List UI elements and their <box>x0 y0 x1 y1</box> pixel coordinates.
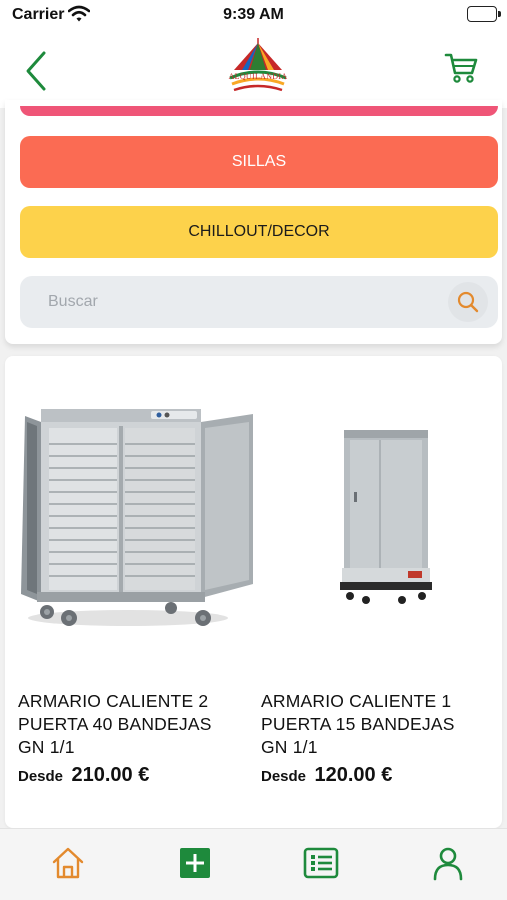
product-price: Desde 120.00 € <box>261 764 392 787</box>
hot-cabinet-one-door-image <box>256 396 501 636</box>
search-bar <box>20 276 498 328</box>
brand-logo: ALQUILANDIA <box>222 36 294 98</box>
product-price: Desde 210.00 € <box>18 764 149 787</box>
product-card[interactable]: ARMARIO CALIENTE 2 PUERTA 40 BANDEJAS GN… <box>5 356 253 828</box>
battery-icon <box>467 6 501 22</box>
shopping-cart-icon <box>444 53 478 83</box>
filter-panel: SILLAS CHILLOUT/DECOR <box>5 100 502 344</box>
hot-cabinet-two-door-image <box>13 396 258 636</box>
tab-bar <box>0 828 507 900</box>
price-prefix: Desde <box>261 768 307 785</box>
category-button-partial[interactable] <box>20 106 498 116</box>
navigation-bar: ALQUILANDIA <box>0 30 507 108</box>
search-icon <box>457 291 479 313</box>
search-input[interactable] <box>34 276 414 328</box>
user-icon <box>433 847 463 881</box>
cart-button[interactable] <box>443 50 479 86</box>
tab-profile[interactable] <box>430 845 466 881</box>
search-button[interactable] <box>448 282 488 322</box>
list-icon <box>303 847 339 879</box>
add-icon <box>180 848 210 878</box>
product-name: ARMARIO CALIENTE 2 PUERTA 40 BANDEJAS GN… <box>18 691 212 757</box>
home-icon <box>52 847 84 879</box>
tab-home[interactable] <box>50 845 86 881</box>
category-button-chillout-decor[interactable]: CHILLOUT/DECOR <box>20 206 498 258</box>
price-value: 120.00 € <box>314 764 393 786</box>
price-value: 210.00 € <box>71 764 150 786</box>
status-time: 9:39 AM <box>223 6 284 23</box>
product-name: ARMARIO CALIENTE 1 PUERTA 15 BANDEJAS GN… <box>261 691 455 757</box>
back-button[interactable] <box>18 48 58 94</box>
back-chevron-icon <box>26 51 46 91</box>
tab-list[interactable] <box>303 845 339 881</box>
product-grid: ARMARIO CALIENTE 2 PUERTA 40 BANDEJAS GN… <box>5 356 502 828</box>
tab-add[interactable] <box>177 845 213 881</box>
status-bar: Carrier 9:39 AM <box>0 0 507 30</box>
product-card[interactable]: ARMARIO CALIENTE 1 PUERTA 15 BANDEJAS GN… <box>248 356 488 828</box>
logo-text: ALQUILANDIA <box>228 72 288 81</box>
category-button-sillas[interactable]: SILLAS <box>20 136 498 188</box>
price-prefix: Desde <box>18 768 64 785</box>
